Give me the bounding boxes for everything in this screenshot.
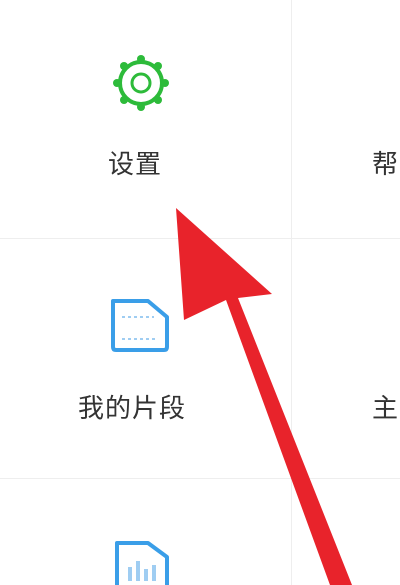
settings-label: 设置 <box>108 150 163 180</box>
my-snippets-label: 我的片段 <box>78 394 187 424</box>
gear-icon <box>113 55 169 111</box>
theme-label: 主 <box>372 394 400 424</box>
grid-item-help[interactable]: 帮 <box>292 0 400 238</box>
grid-item-settings[interactable]: 设置 <box>0 0 291 238</box>
snippet-card-icon <box>111 299 169 352</box>
grid-item-documents[interactable] <box>0 479 291 585</box>
menu-grid-screen: 设置 帮 我的片段 主 <box>0 0 400 585</box>
document-chart-icon <box>115 541 169 585</box>
grid-item-my-snippets[interactable]: 我的片段 <box>0 239 291 478</box>
grid-item-theme[interactable]: 主 <box>292 239 400 478</box>
help-label: 帮 <box>372 150 400 180</box>
